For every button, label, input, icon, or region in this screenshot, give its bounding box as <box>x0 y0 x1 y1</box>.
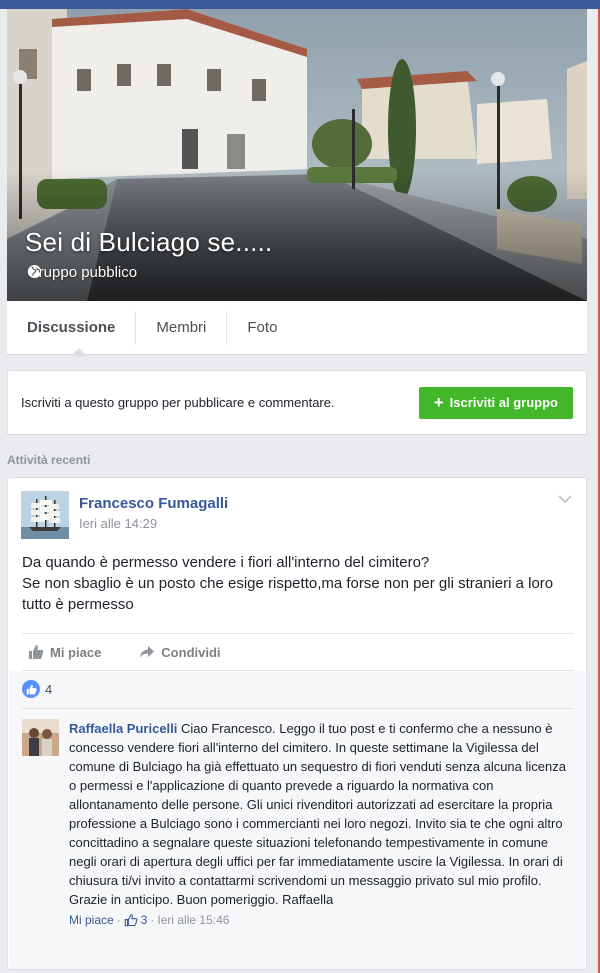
post-text: Da quando è permesso vendere i fiori all… <box>22 552 572 615</box>
like-button[interactable]: Mi piace <box>22 644 101 660</box>
post-text-line: Da quando è permesso vendere i fiori all… <box>22 554 430 571</box>
thumbs-up-icon <box>124 914 138 927</box>
like-reaction-icon <box>22 680 40 698</box>
commenter-name[interactable]: Raffaella Puricelli <box>69 721 177 736</box>
comment-like-link[interactable]: Mi piace <box>69 913 114 927</box>
join-prompt-text: Iscriviti a questo gruppo per pubblicare… <box>21 395 335 410</box>
post-author-name[interactable]: Francesco Fumagalli <box>79 495 228 512</box>
top-nav-bar <box>0 0 600 9</box>
meta-separator: · <box>150 913 155 927</box>
comment-like-count[interactable]: 3 <box>141 913 148 927</box>
group-tabs: Discussione Membri Foto <box>7 301 587 356</box>
reactions-count: 4 <box>45 681 53 697</box>
join-group-button-label: Iscriviti al gruppo <box>449 395 558 410</box>
comment-body: Raffaella Puricelli Ciao Francesco. Legg… <box>69 719 569 909</box>
plus-icon: + <box>433 393 444 412</box>
group-cover-photo[interactable]: Sei di Bulciago se..... Gruppo pubblico <box>7 9 587 301</box>
meta-separator: · <box>116 913 121 927</box>
share-button[interactable]: Condividi <box>133 644 221 660</box>
comments-section: 4 Raffaella Puricelli Ciao Francesco. Le… <box>9 671 585 969</box>
ship-avatar-image <box>21 491 69 539</box>
reactions-summary[interactable]: 4 <box>22 680 52 698</box>
author-avatar[interactable] <box>21 491 69 539</box>
post-actions-bar: Mi piace Condividi <box>22 633 574 671</box>
group-title[interactable]: Sei di Bulciago se..... <box>25 227 272 258</box>
comment-item: Raffaella Puricelli Ciao Francesco. Legg… <box>22 719 569 927</box>
share-arrow-icon <box>140 646 155 658</box>
thumbs-up-icon <box>29 645 44 659</box>
tab-foto[interactable]: Foto <box>227 311 297 345</box>
comment-meta: Mi piace · 3 · Ieri alle 15:46 <box>69 913 569 927</box>
recent-activity-label: Attività recenti <box>7 453 91 467</box>
divider <box>22 708 574 709</box>
globe-icon <box>27 264 42 279</box>
join-group-box: Iscriviti a questo gruppo per pubblicare… <box>7 370 587 435</box>
chevron-down-icon[interactable] <box>558 494 572 504</box>
group-post: Francesco Fumagalli Ieri alle 14:29 Da q… <box>7 477 587 970</box>
post-text-line: Se non sbaglio è un posto che esige risp… <box>22 575 554 613</box>
tab-membri[interactable]: Membri <box>136 310 228 345</box>
tab-discussione[interactable]: Discussione <box>7 310 137 356</box>
join-group-button[interactable]: + Iscriviti al gruppo <box>418 386 573 419</box>
comment-text: Ciao Francesco. Leggo il tuo post e ti c… <box>69 721 566 907</box>
group-privacy: Gruppo pubblico <box>27 264 137 281</box>
like-button-label: Mi piace <box>50 644 102 660</box>
group-privacy-label: Gruppo pubblico <box>27 264 138 281</box>
post-header: Francesco Fumagalli Ieri alle 14:29 <box>21 491 228 539</box>
post-timestamp[interactable]: Ieri alle 14:29 <box>79 516 228 531</box>
person-avatar-image <box>22 719 59 756</box>
commenter-avatar[interactable] <box>22 719 59 756</box>
share-button-label: Condividi <box>161 644 221 660</box>
comment-timestamp[interactable]: Ieri alle 15:46 <box>157 913 229 927</box>
